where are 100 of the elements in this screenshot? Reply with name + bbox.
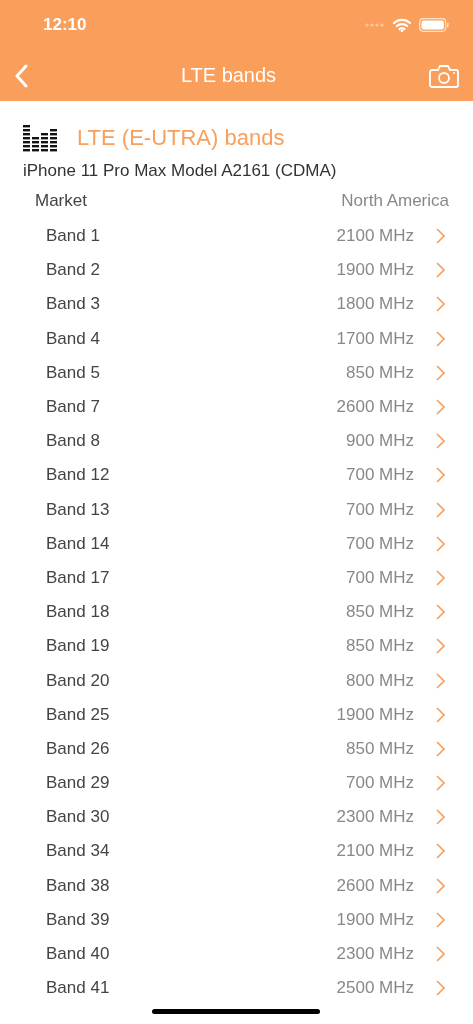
band-name: Band 4 <box>46 328 101 349</box>
chevron-icon <box>436 946 445 963</box>
band-name: Band 7 <box>46 397 101 418</box>
band-name: Band 3 <box>46 294 101 315</box>
market-label: Market <box>35 191 87 212</box>
band-row[interactable]: Band 19 850 MHz <box>0 629 473 664</box>
chevron-icon <box>436 501 445 518</box>
band-row[interactable]: Band 5 850 MHz <box>0 355 473 390</box>
band-frequency: 2300 MHz <box>336 807 414 828</box>
equalizer-icon <box>23 123 59 153</box>
band-row[interactable]: Band 14 700 MHz <box>0 526 473 561</box>
band-row[interactable]: Band 40 2300 MHz <box>0 936 473 972</box>
band-name: Band 12 <box>46 465 111 486</box>
band-name: Band 1 <box>46 226 101 247</box>
band-frequency: 700 MHz <box>345 499 414 520</box>
band-row[interactable]: Band 30 2300 MHz <box>0 800 473 835</box>
chevron-icon <box>436 262 445 279</box>
chevron-icon <box>436 740 445 757</box>
band-row[interactable]: Band 26 850 MHz <box>0 731 473 766</box>
band-frequency: 1700 MHz <box>336 328 414 349</box>
band-frequency: 850 MHz <box>345 738 414 759</box>
chevron-icon <box>436 604 445 621</box>
band-frequency: 1800 MHz <box>336 294 414 315</box>
band-name: Band 20 <box>46 670 111 691</box>
device-model: iPhone 11 Pro Max Model A2161 (CDMA) <box>22 160 338 182</box>
band-name: Band 13 <box>46 499 111 520</box>
back-button[interactable] <box>14 63 28 88</box>
chevron-icon <box>436 535 445 552</box>
market-value: North America <box>341 191 449 212</box>
band-row[interactable]: Band 3 1800 MHz <box>0 287 473 322</box>
status-time: 12:10 <box>43 15 87 35</box>
band-frequency: 1900 MHz <box>336 704 414 725</box>
battery-icon <box>419 18 449 32</box>
wifi-icon <box>393 18 411 32</box>
band-name: Band 5 <box>46 362 101 383</box>
chevron-icon <box>436 911 445 928</box>
band-row[interactable]: Band 34 2100 MHz <box>0 834 473 869</box>
chevron-icon <box>436 980 445 997</box>
chevron-icon <box>436 364 445 381</box>
band-name: Band 14 <box>46 533 111 554</box>
band-row[interactable]: Band 17 700 MHz <box>0 560 473 596</box>
chevron-icon <box>436 809 445 826</box>
band-frequency: 850 MHz <box>345 362 414 383</box>
band-frequency: 2500 MHz <box>336 978 414 999</box>
chevron-icon <box>436 775 445 792</box>
band-frequency: 850 MHz <box>345 602 414 623</box>
band-row[interactable]: Band 41 2500 MHz <box>0 971 473 1006</box>
band-row[interactable]: Band 7 2600 MHz <box>0 389 473 425</box>
band-name: Band 39 <box>46 909 111 930</box>
chevron-icon <box>436 228 445 245</box>
band-row[interactable]: Band 25 1900 MHz <box>0 697 473 732</box>
camera-button[interactable] <box>429 63 459 88</box>
band-name: Band 41 <box>46 978 111 999</box>
band-name: Band 40 <box>46 944 111 965</box>
band-row[interactable]: Band 13 700 MHz <box>0 492 473 527</box>
band-frequency: 900 MHz <box>345 431 414 452</box>
band-name: Band 34 <box>46 841 111 862</box>
band-frequency: 2600 MHz <box>336 397 414 418</box>
chevron-icon <box>436 467 445 484</box>
band-name: Band 38 <box>46 875 111 896</box>
band-frequency: 700 MHz <box>345 533 414 554</box>
band-row[interactable]: Band 8 900 MHz <box>0 424 473 459</box>
band-name: Band 29 <box>46 773 111 794</box>
band-frequency: 700 MHz <box>345 465 414 486</box>
chevron-icon <box>436 296 445 313</box>
chevron-icon <box>436 877 445 894</box>
chevron-icon <box>436 843 445 860</box>
band-row[interactable]: Band 18 850 MHz <box>0 595 473 630</box>
chevron-icon <box>436 706 445 723</box>
band-frequency: 800 MHz <box>345 670 414 691</box>
chevron-icon <box>436 672 445 689</box>
band-frequency: 700 MHz <box>345 567 414 588</box>
band-row[interactable]: Band 39 1900 MHz <box>0 902 473 937</box>
signal-dots-icon <box>365 23 385 27</box>
band-name: Band 8 <box>46 431 101 452</box>
band-frequency: 1900 MHz <box>336 909 414 930</box>
band-frequency: 2600 MHz <box>336 875 414 896</box>
band-frequency: 2100 MHz <box>336 841 414 862</box>
band-row[interactable]: Band 1 2100 MHz <box>0 219 473 254</box>
band-frequency: 1900 MHz <box>336 260 414 281</box>
band-row[interactable]: Band 20 800 MHz <box>0 663 473 698</box>
band-name: Band 18 <box>46 602 111 623</box>
band-row[interactable]: Band 38 2600 MHz <box>0 868 473 903</box>
band-row[interactable]: Band 2 1900 MHz <box>0 253 473 288</box>
band-name: Band 2 <box>46 260 101 281</box>
section-title: LTE (E-UTRA) bands <box>77 125 285 151</box>
chevron-icon <box>436 399 445 416</box>
chevron-icon <box>436 433 445 450</box>
band-frequency: 700 MHz <box>345 773 414 794</box>
chevron-icon <box>436 638 445 655</box>
band-name: Band 25 <box>46 704 111 725</box>
band-name: Band 26 <box>46 738 111 759</box>
chevron-icon <box>436 569 445 586</box>
band-frequency: 2300 MHz <box>336 944 414 965</box>
chevron-icon <box>436 330 445 347</box>
band-name: Band 17 <box>46 567 111 588</box>
band-row[interactable]: Band 29 700 MHz <box>0 766 473 801</box>
band-name: Band 19 <box>46 636 111 657</box>
band-row[interactable]: Band 4 1700 MHz <box>0 321 473 356</box>
band-row[interactable]: Band 12 700 MHz <box>0 458 473 493</box>
